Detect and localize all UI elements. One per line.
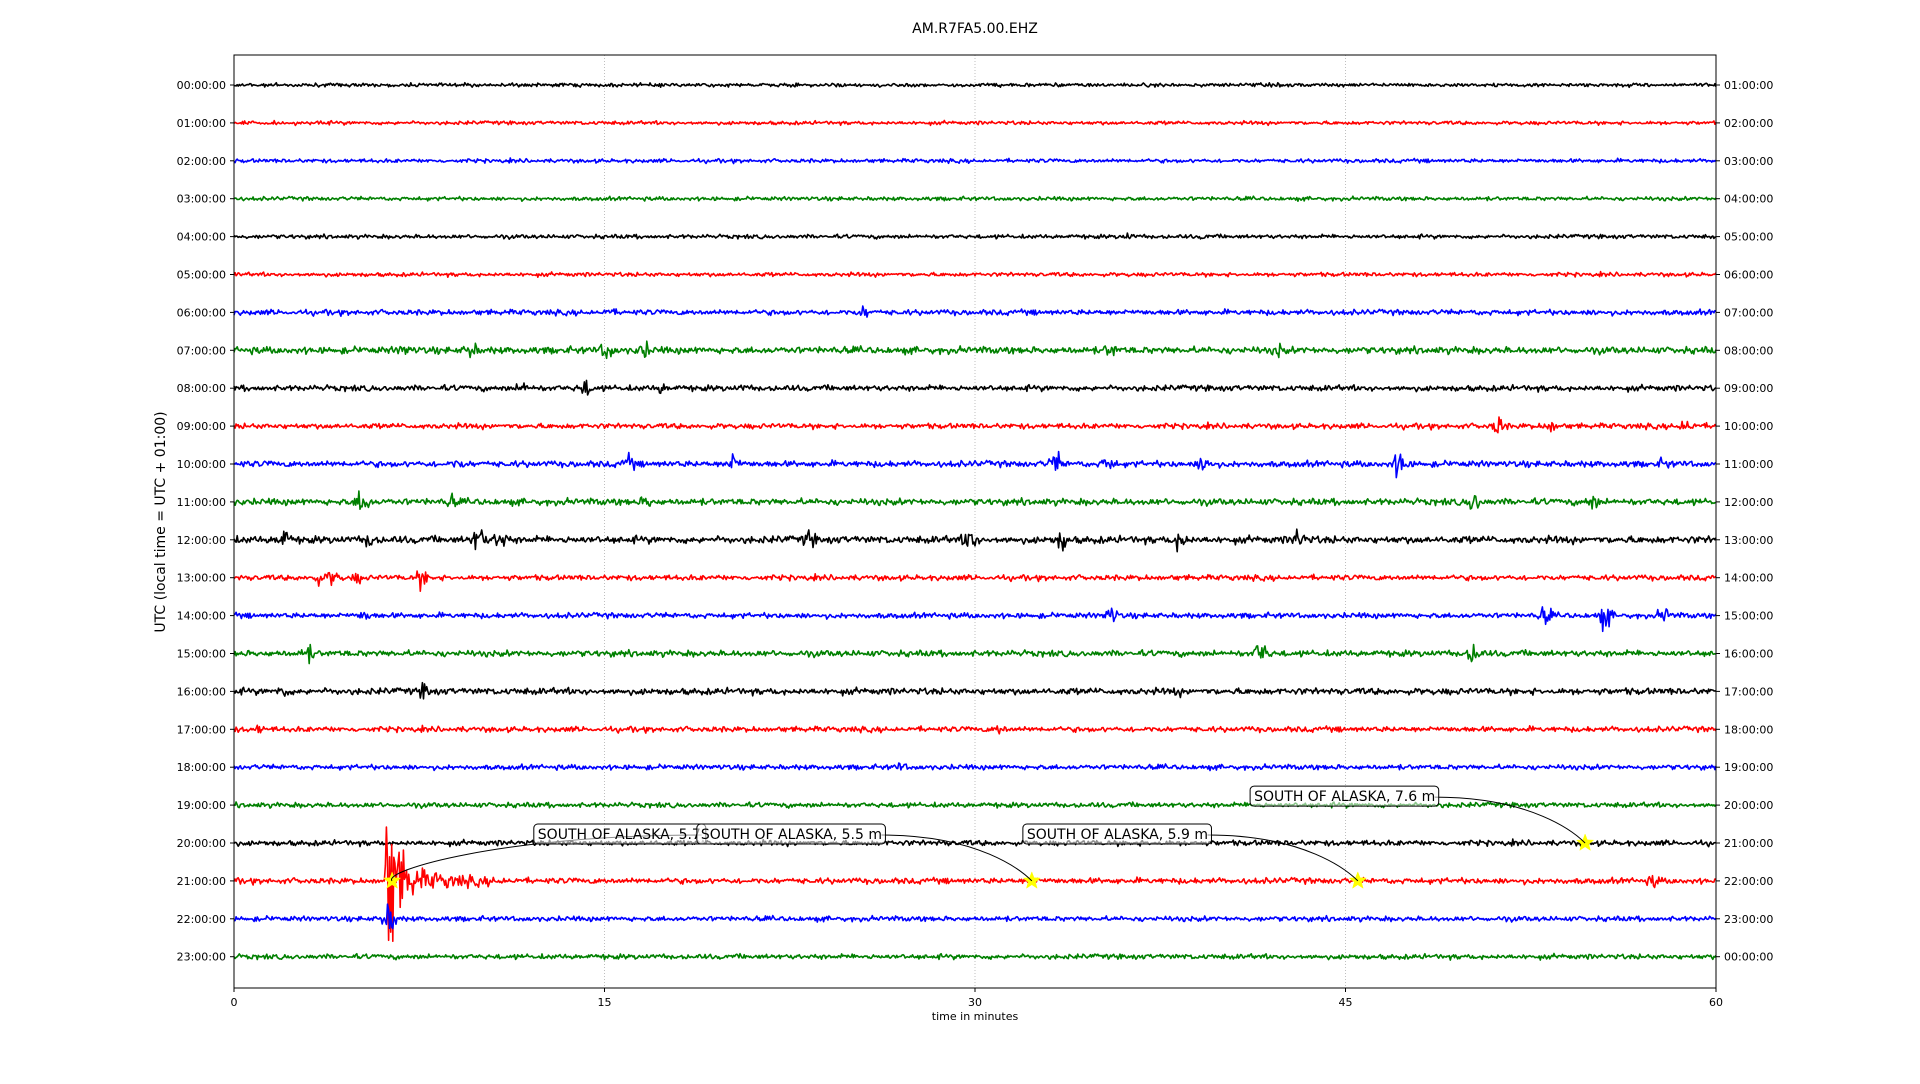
y-tick-label-local: 05:00:00 (1724, 231, 1773, 244)
trace-030000 (233, 195, 1717, 202)
trace-230000 (233, 952, 1717, 961)
y-tick-label-utc: 09:00:00 (177, 420, 226, 433)
annotation-label: SOUTH OF ALASKA, 5.7 (538, 827, 701, 843)
y-tick-label-utc: 03:00:00 (177, 193, 226, 206)
event-annotation: SOUTH OF ALASKA, 5.7 (391, 823, 707, 882)
helicorder-plot: AM.R7FA5.00.EHZ 00:00:00 01:00:00 02:00:00… (153, 21, 1773, 1023)
y-tick-label-local: 23:00:00 (1724, 913, 1773, 926)
y-tick-label-local: 13:00:00 (1724, 534, 1773, 547)
chart-title: AM.R7FA5.00.EHZ (912, 21, 1038, 37)
trace-000000 (233, 81, 1717, 89)
y-tick-label-local: 01:00:00 (1724, 79, 1773, 92)
y-tick-label-utc: 07:00:00 (177, 344, 226, 357)
y-tick-label-utc: 19:00:00 (177, 799, 226, 812)
y-tick-label-utc: 16:00:00 (177, 685, 226, 698)
x-ticks: 0 15 30 45 60 (231, 988, 1723, 1009)
x-tick-label: 0 (231, 996, 238, 1009)
y-tick-label-utc: 18:00:00 (177, 761, 226, 774)
y-tick-label-utc: 01:00:00 (177, 117, 226, 130)
grid-layer (604, 55, 1346, 988)
y-tick-label-local: 00:00:00 (1724, 951, 1773, 964)
y-tick-label-local: 07:00:00 (1724, 306, 1773, 319)
trace-100000 (233, 450, 1717, 479)
x-tick-label: 60 (1709, 996, 1723, 1009)
y-tick-label-utc: 06:00:00 (177, 306, 226, 319)
plot-frame (233, 54, 1717, 989)
y-tick-label-local: 19:00:00 (1724, 761, 1773, 774)
y-tick-label-local: 14:00:00 (1724, 572, 1773, 585)
y-tick-label-utc: 04:00:00 (177, 231, 226, 244)
event-annotation: SOUTH OF ALASKA, 5.9 m (1022, 823, 1359, 882)
y-tick-label-local: 11:00:00 (1724, 458, 1773, 471)
annotation-label: SOUTH OF ALASKA, 5.5 m (701, 827, 882, 843)
x-tick-label: 45 (1339, 996, 1353, 1009)
y-tick-label-utc: 12:00:00 (177, 534, 226, 547)
y-tick-label-utc: 17:00:00 (177, 723, 226, 736)
trace-200000 (233, 838, 1716, 848)
y-tick-label-local: 15:00:00 (1724, 610, 1773, 623)
y-axis-label: UTC (local time = UTC + 01:00) (153, 411, 169, 632)
y-tick-label-utc: 14:00:00 (177, 610, 226, 623)
y-tick-label-local: 02:00:00 (1724, 117, 1773, 130)
y-tick-label-local: 12:00:00 (1724, 496, 1773, 509)
event-marker-star (1022, 871, 1042, 889)
y-tick-label-utc: 22:00:00 (177, 913, 226, 926)
y-tick-label-local: 22:00:00 (1724, 875, 1773, 888)
y-tick-label-local: 06:00:00 (1724, 269, 1773, 282)
y-tick-label-local: 08:00:00 (1724, 344, 1773, 357)
y-tick-label-local: 04:00:00 (1724, 193, 1773, 206)
y-tick-label-local: 21:00:00 (1724, 837, 1773, 850)
x-axis-label: time in minutes (932, 1010, 1019, 1023)
y-tick-label-local: 17:00:00 (1724, 685, 1773, 698)
y-tick-label-utc: 11:00:00 (177, 496, 226, 509)
annotation-layer: SOUTH OF ALASKA, 5.7 SOUTH OF ALASKA, 5.5… (391, 785, 1586, 882)
trace-040000 (233, 232, 1717, 240)
y-tick-label-utc: 02:00:00 (177, 155, 226, 168)
annotation-label: SOUTH OF ALASKA, 7.6 m (1254, 789, 1435, 805)
y-tick-label-utc: 10:00:00 (177, 458, 226, 471)
annotation-connector (881, 834, 1033, 882)
y-tick-label-local: 16:00:00 (1724, 648, 1773, 661)
trace-020000 (233, 157, 1717, 165)
trace-170000 (233, 724, 1717, 735)
y-tick-label-utc: 00:00:00 (177, 79, 226, 92)
y-tick-label-utc: 23:00:00 (177, 951, 226, 964)
y-tick-label-local: 09:00:00 (1724, 382, 1773, 395)
x-tick-label: 30 (968, 996, 982, 1009)
trace-050000 (233, 270, 1717, 278)
trace-150000 (233, 643, 1717, 665)
annotation-label: SOUTH OF ALASKA, 5.9 m (1027, 827, 1208, 843)
event-marker-star (1348, 871, 1368, 889)
helicorder-figure: AM.R7FA5.00.EHZ 00:00:00 01:00:00 02:00:00… (0, 0, 1920, 1080)
y-ticks-left: 00:00:00 01:00:00 02:00:00 03:00:00 04:00:00… (177, 79, 234, 964)
y-tick-label-local: 10:00:00 (1724, 420, 1773, 433)
event-marker-star (1575, 833, 1595, 851)
y-tick-label-utc: 15:00:00 (177, 648, 226, 661)
x-tick-label: 15 (598, 996, 612, 1009)
y-tick-label-utc: 21:00:00 (177, 875, 226, 888)
y-tick-label-local: 18:00:00 (1724, 723, 1773, 736)
y-tick-label-utc: 08:00:00 (177, 382, 226, 395)
y-tick-label-local: 03:00:00 (1724, 155, 1773, 168)
y-ticks-right: 01:00:00 02:00:00 03:00:00 04:00:00 05:00:00… (1716, 79, 1773, 964)
y-tick-label-utc: 13:00:00 (177, 572, 226, 585)
y-tick-label-utc: 20:00:00 (177, 837, 226, 850)
y-tick-label-utc: 05:00:00 (177, 269, 226, 282)
event-annotation: SOUTH OF ALASKA, 5.5 m (696, 823, 1033, 882)
event-annotation: SOUTH OF ALASKA, 7.6 m (1249, 785, 1586, 844)
y-tick-label-local: 20:00:00 (1724, 799, 1773, 812)
